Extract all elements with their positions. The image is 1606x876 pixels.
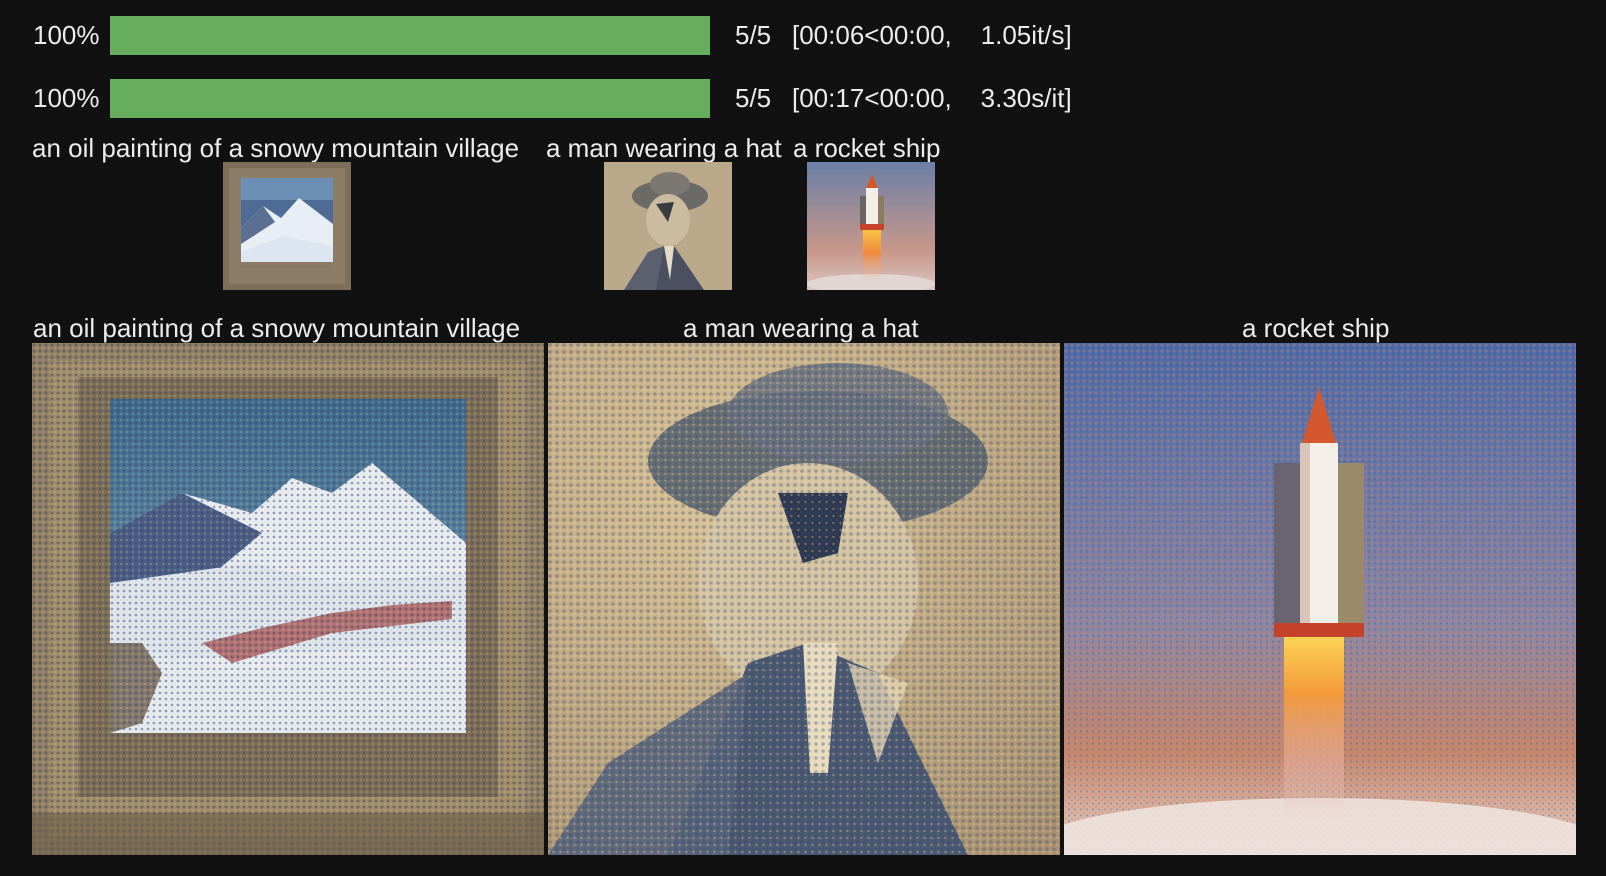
thumbnail-village-image[interactable] xyxy=(223,162,351,290)
progress-track xyxy=(110,16,710,55)
progress-bar-2: 100% 5/5 [00:17<00:00, 3.30s/it] xyxy=(0,78,1200,118)
thumbnail-man-image[interactable] xyxy=(604,162,732,290)
image-rocket[interactable] xyxy=(1064,343,1576,855)
progress-percent: 100% xyxy=(33,83,100,113)
caption-rocket: a rocket ship xyxy=(1242,313,1390,343)
notebook-output: 100% 5/5 [00:06<00:00, 1.05it/s] 100% 5/… xyxy=(0,0,1606,876)
thumbnail-rocket-image[interactable] xyxy=(807,162,935,290)
progress-timing: [00:06<00:00, 1.05it/s] xyxy=(792,20,1072,50)
thumb-caption-man: a man wearing a hat xyxy=(546,133,782,163)
thumb-caption-rocket: a rocket ship xyxy=(793,133,941,163)
progress-bar-1: 100% 5/5 [00:06<00:00, 1.05it/s] xyxy=(0,15,1200,55)
caption-man: a man wearing a hat xyxy=(683,313,919,343)
caption-village: an oil painting of a snowy mountain vill… xyxy=(33,313,521,343)
progress-fill xyxy=(110,16,710,55)
progress-timing: [00:17<00:00, 3.30s/it] xyxy=(792,83,1072,113)
thumb-caption-village: an oil painting of a snowy mountain vill… xyxy=(32,133,520,163)
progress-percent: 100% xyxy=(33,20,100,50)
progress-steps: 5/5 xyxy=(735,83,772,113)
progress-fill xyxy=(110,79,710,118)
progress-track xyxy=(110,79,710,118)
image-village[interactable] xyxy=(32,343,544,855)
progress-steps: 5/5 xyxy=(735,20,772,50)
image-man[interactable] xyxy=(548,343,1060,855)
